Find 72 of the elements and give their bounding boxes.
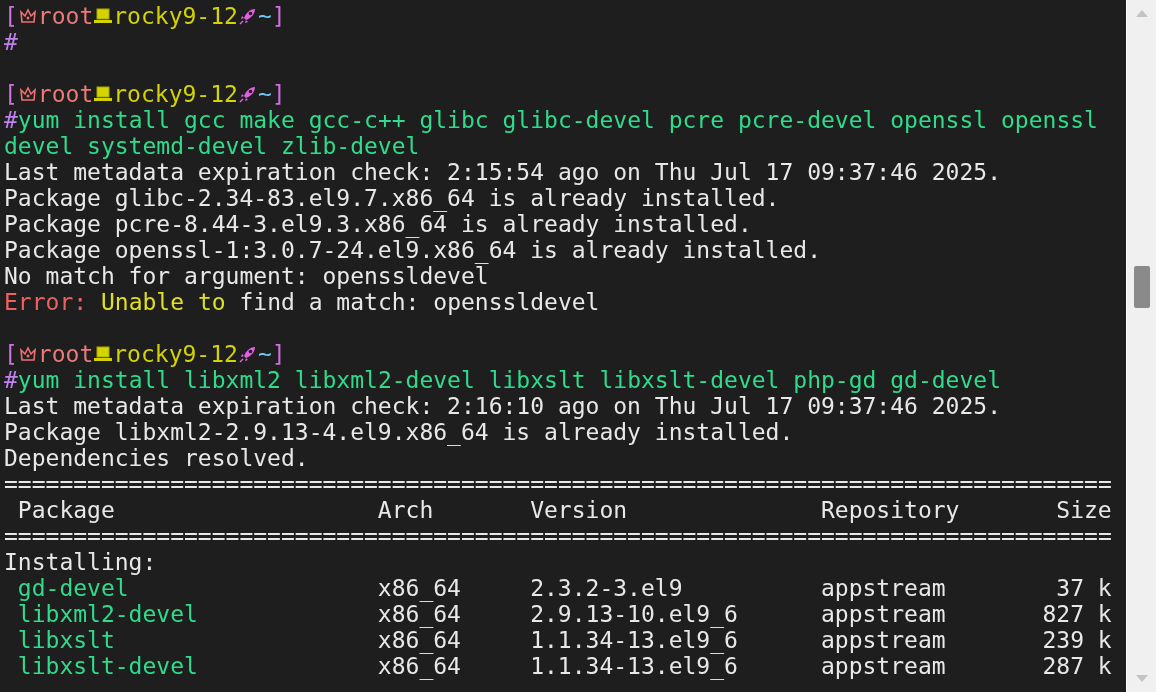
table-cell-text: x86_64 — [377, 627, 462, 653]
error-label: Error: — [4, 289, 88, 315]
table-cell-text: 2.9.13-10.el9_6 — [530, 601, 739, 627]
package-name: libxslt — [17, 627, 116, 653]
prompt-symbol: # — [4, 367, 18, 393]
separator-line: ================================================================================ — [4, 523, 1112, 549]
prompt-bracket: [ — [4, 81, 18, 107]
column-header: Package — [17, 497, 116, 523]
user-name: root — [37, 81, 94, 107]
directory-name: ~ — [257, 341, 272, 367]
user-name: root — [37, 3, 94, 29]
table-cell-text: 1.1.34-13.el9_6 — [530, 627, 739, 653]
user-name: root — [37, 341, 94, 367]
column-header: Size — [1055, 497, 1112, 523]
table-cell-text: 37 k — [1055, 575, 1112, 601]
rocket-icon — [237, 6, 258, 26]
command-text: devel systemd-devel zlib-devel — [4, 133, 420, 159]
output-line: No match for argument: openssldevel — [4, 263, 489, 289]
section-label: Installing: — [4, 549, 157, 575]
rocket-icon — [237, 84, 258, 104]
laptop-icon — [93, 344, 114, 364]
crown-icon — [17, 344, 38, 364]
output-line: Package openssl-1:3.0.7-24.el9.x86_64 is already installed. — [4, 237, 821, 263]
column-header: Arch — [377, 497, 435, 523]
table-cell-text: 2.3.2-3.el9 — [530, 575, 684, 601]
separator-line: ================================================================================ — [4, 471, 1112, 497]
scroll-down-icon[interactable] — [1135, 675, 1148, 682]
table-cell-text: appstream — [820, 627, 947, 653]
command-text: yum install libxml2 libxml2-devel libxslt libxslt-devel php-gd gd-devel — [17, 367, 1001, 393]
prompt-bracket: ] — [271, 341, 286, 367]
output-line: Package glibc-2.34-83.el9.7.x86_64 is already installed. — [4, 185, 780, 211]
output-line: Package libxml2-2.9.13-4.el9.x86_64 is already installed. — [4, 419, 794, 445]
directory-name: ~ — [257, 81, 272, 107]
table-cell-text: x86_64 — [377, 575, 462, 601]
host-name: rocky9-12 — [113, 341, 238, 367]
output-line: Package pcre-8.44-3.el9.3.x86_64 is already installed. — [4, 211, 752, 237]
table-cell-text: appstream — [820, 601, 947, 627]
table-cell-text: 287 k — [1041, 653, 1112, 679]
output-line: Last metadata expiration check: 2:16:10 ago on Thu Jul 17 09:37:46 2025. — [4, 393, 1001, 419]
prompt-bracket: ] — [271, 81, 286, 107]
prompt-bracket: ] — [271, 3, 286, 29]
host-name: rocky9-12 — [113, 3, 238, 29]
command-text: yum install gcc make gcc-c++ glibc glibc-devel pcre pcre-devel openssl openssl — [17, 107, 1098, 133]
scroll-up-icon[interactable] — [1135, 10, 1148, 17]
crown-icon — [17, 84, 38, 104]
output-line: Last metadata expiration check: 2:15:54 ago on Thu Jul 17 09:37:46 2025. — [4, 159, 1001, 185]
column-header: Repository — [820, 497, 961, 523]
laptop-icon — [93, 84, 114, 104]
table-cell-text: appstream — [820, 575, 947, 601]
package-name: libxml2-devel — [17, 601, 199, 627]
table-cell-text: 827 k — [1041, 601, 1112, 627]
column-header: Version — [530, 497, 629, 523]
prompt-symbol: # — [4, 107, 18, 133]
table-cell-text: x86_64 — [377, 653, 462, 679]
scrollbar-thumb[interactable] — [1133, 266, 1150, 308]
laptop-icon — [93, 6, 114, 26]
rocket-icon — [237, 344, 258, 364]
directory-name: ~ — [257, 3, 272, 29]
host-name: rocky9-12 — [113, 81, 238, 107]
table-cell-text: x86_64 — [377, 601, 462, 627]
package-name: gd-devel — [17, 575, 130, 601]
prompt-bracket: [ — [4, 341, 18, 367]
output-line: Dependencies resolved. — [4, 445, 309, 471]
prompt-bracket: [ — [4, 3, 18, 29]
package-name: libxslt-devel — [17, 653, 199, 679]
table-cell-text: 239 k — [1041, 627, 1112, 653]
error-detail: find a match: openssldevel — [239, 289, 600, 315]
crown-icon — [17, 6, 38, 26]
prompt-symbol: # — [4, 29, 18, 55]
table-cell-text: appstream — [820, 653, 947, 679]
error-message: Unable to — [100, 289, 226, 315]
table-cell-text: 1.1.34-13.el9_6 — [530, 653, 739, 679]
